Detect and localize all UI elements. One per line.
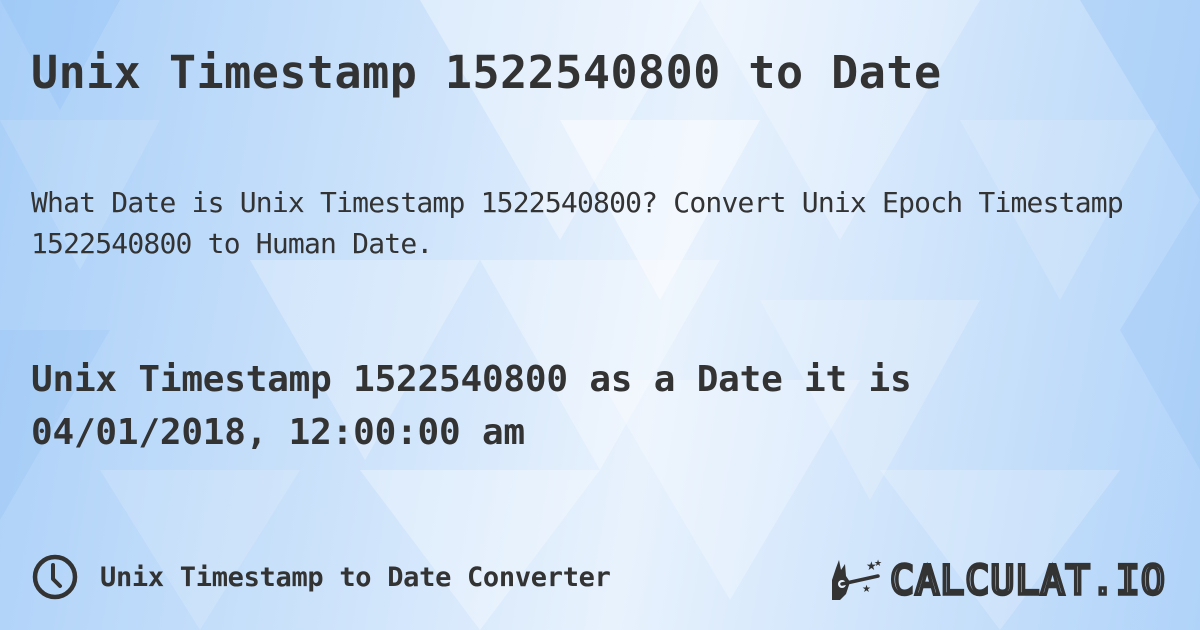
svg-text:★: ★	[874, 559, 882, 569]
result-date: 04/01/2018, 12:00:00 am	[31, 412, 525, 453]
page-title: Unix Timestamp 1522540800 to Date	[31, 46, 942, 99]
converter-link[interactable]: Unix Timestamp to Date Converter	[31, 553, 611, 601]
converter-label: Unix Timestamp to Date Converter	[100, 561, 611, 593]
svg-text:★: ★	[862, 584, 871, 595]
magic-hand-icon: ★ ★ ★	[832, 559, 882, 600]
brand-name: CALCULAT.IO	[890, 558, 1166, 600]
page-description: What Date is Unix Timestamp 1522540800? …	[31, 186, 1124, 260]
page-content: Unix Timestamp 1522540800 to Date What D…	[0, 0, 1200, 630]
result-line-1: Unix Timestamp 1522540800 as a Date it i…	[31, 359, 912, 400]
clock-icon	[32, 554, 78, 600]
result-text: Unix Timestamp 1522540800 as a Date it i…	[31, 353, 1171, 459]
brand-logo[interactable]: ★ ★ ★ CALCULAT.IO	[828, 556, 1180, 602]
brand-wordmark: CALCULAT.IO	[890, 558, 1167, 600]
